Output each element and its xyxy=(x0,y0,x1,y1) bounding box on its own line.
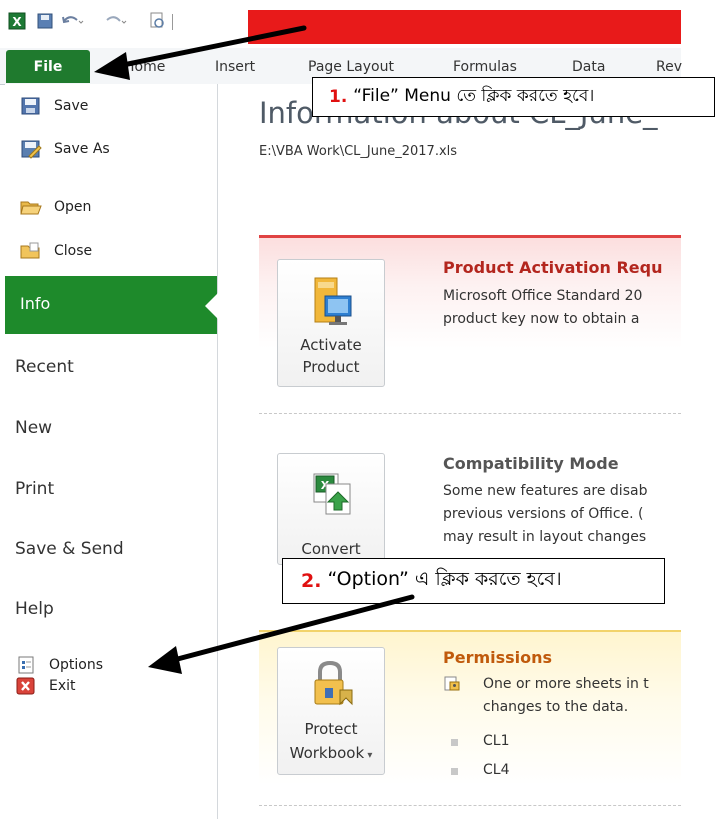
arrow-to-options xyxy=(148,594,415,674)
arrow-to-file-tab xyxy=(94,25,307,80)
annotation-arrows xyxy=(94,25,415,674)
